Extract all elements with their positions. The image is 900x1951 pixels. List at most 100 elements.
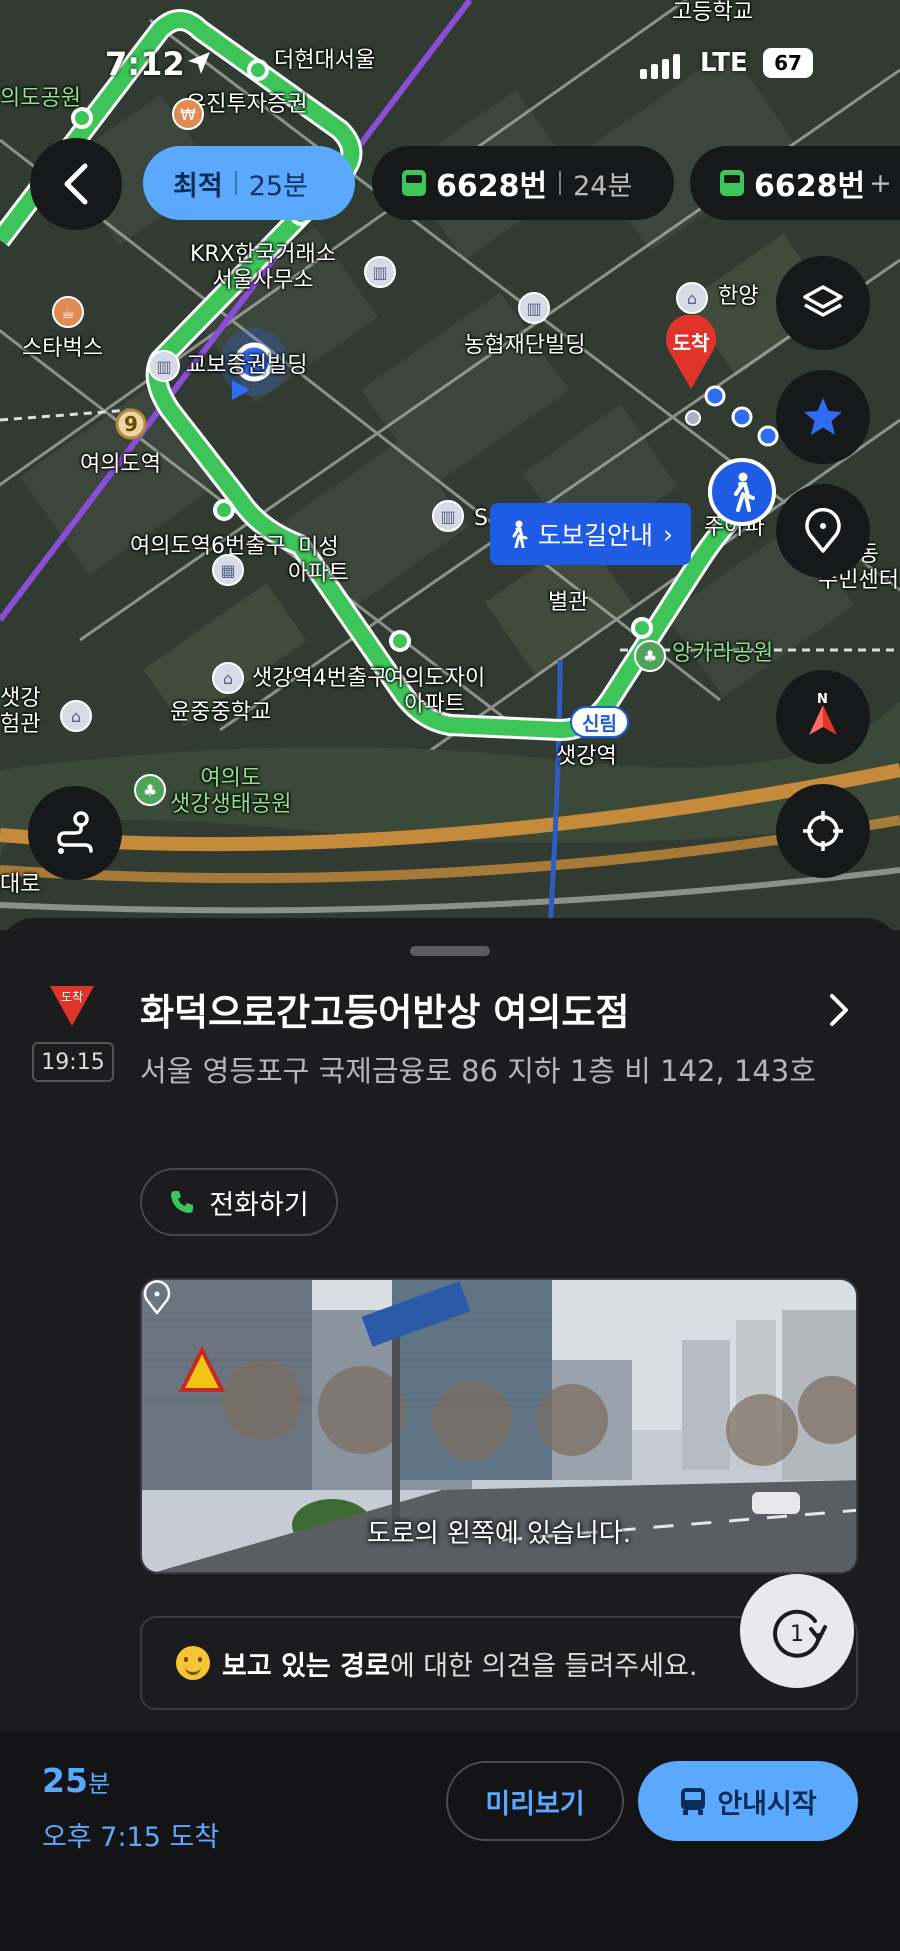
poi-park-icon[interactable]: ♣ [134,774,166,806]
compass-icon: N [809,692,837,735]
route-option-bus[interactable]: 6628번 + [690,146,900,220]
map-label-byeolgwan: 별관 [548,590,589,615]
trip-duration: 25분 [42,1761,110,1800]
poi-school-icon[interactable]: ⌂ [212,662,244,694]
status-time: 7:12 [105,45,185,83]
compass-button[interactable]: N [776,670,870,764]
replay-icon: 1 [773,1609,827,1658]
street-view-caption: 도로의 왼쪽에 있습니다. [367,1519,631,1549]
route-option-optimal[interactable]: 최적 25분 [143,146,355,220]
route-option-label: 6628번 [754,169,866,204]
line9-badge: 9 [124,412,138,436]
bus-icon [681,1788,706,1815]
poi-museum-icon[interactable]: ⌂ [60,700,92,732]
poi-building-icon[interactable]: ▥ [364,256,396,288]
route-option-duration: 24분 [573,170,633,202]
map-label-school: 고등학교 [672,0,753,25]
walk-marker[interactable] [708,458,776,526]
status-bar: 7:12 LTE 67 [0,40,900,90]
start-navigation-label: 안내시작 [717,1788,817,1820]
call-button[interactable]: 전화하기 [140,1168,338,1236]
chevron-right-icon: › [663,519,674,549]
replay-count: 1 [790,1622,804,1647]
pedestrian-icon [512,520,528,548]
walk-guide-label: 도보길안내 [538,521,654,550]
map-label-saetgang-station: 샛강역 [556,744,617,769]
map-label-angkara: 앙카라공원 [672,641,774,666]
chevron-right-icon[interactable] [828,992,850,1028]
street-view-image[interactable]: 도로의 왼쪽에 있습니다. [140,1278,858,1574]
poi-building-icon[interactable]: ▥ [148,350,180,382]
eta-time: 19:15 [32,1042,114,1082]
crosshair-icon [803,811,843,851]
place-button[interactable] [776,484,870,578]
station-tag[interactable]: 신림 [570,706,629,738]
network-type: LTE [700,48,748,78]
map-label-nonghyup: 농협재단빌딩 [464,333,586,358]
start-navigation-button[interactable]: 안내시작 [638,1761,858,1841]
map-label-saetgang-park: 여의도 샛강생태공원 [170,766,292,818]
trip-duration-number: 25 [42,1761,88,1800]
arrival-marker-label: 도착 [672,331,710,355]
map-label-kyobo: 교보증권빌딩 [186,353,308,378]
destination-badge: 도착 [48,982,96,1034]
svg-text:N: N [817,692,828,707]
trip-duration-unit: 분 [87,1770,111,1798]
smile-icon [176,1646,210,1680]
map-label-misung: 미성 아파트 [288,535,349,587]
battery-icon: 67 [763,48,813,78]
arrival-marker[interactable]: 도착 [663,314,719,395]
route-option-label: 최적 [173,170,223,202]
route-option-extra: + [869,167,892,199]
current-location-button[interactable] [776,784,870,878]
poi-building-icon[interactable]: ⌂ [676,282,708,314]
map-label-krx: KRX한국거래소 서울사무소 [190,242,336,294]
replay-button[interactable]: 1 [740,1574,854,1688]
location-pin-icon [805,508,841,553]
bottom-action-bar: 25분 오후 7:15 도착 미리보기 안내시작 [0,1731,900,1951]
layers-icon [803,285,843,317]
destination-badge-label: 도착 [60,990,84,1004]
chevron-left-icon [64,163,88,205]
route-icon [57,811,93,854]
poi-finance-icon[interactable]: ₩ [172,98,204,130]
map-label-exit4: 샛강역4번출구 [252,666,388,691]
poi-apartment-icon[interactable]: ▦ [212,554,244,586]
map-label-hanyang: 한양 [718,284,759,309]
phone-icon [171,1191,194,1213]
place-name[interactable]: 화덕으로간고등어반상 여의도점 [140,982,629,1036]
signal-icon [640,54,680,79]
poi-cafe-icon[interactable]: ☕ [52,296,84,328]
layers-button[interactable] [776,256,870,350]
route-overview-button[interactable] [28,786,122,880]
map-label-road: 대로 [0,872,41,897]
map-label-saetgang-left: 샛강 험관 [0,686,41,738]
walk-guide-button[interactable]: 도보길안내 › [490,503,692,565]
call-button-label: 전화하기 [209,1189,309,1221]
map-label-starbucks: 스타벅스 [22,336,103,361]
bus-icon [720,170,744,196]
sheet-handle[interactable] [410,946,490,956]
place-address: 서울 영등포구 국제금융로 86 지하 1층 비 142, 143호 [140,1054,816,1088]
favorites-button[interactable] [776,370,870,464]
pedestrian-icon [734,472,755,512]
feedback-text: 에 대한 의견을 들려주세요. [389,1650,698,1682]
back-button[interactable] [30,138,122,230]
poi-park-icon[interactable]: ♣ [634,640,666,672]
poi-building-icon[interactable]: ▥ [518,292,550,324]
feedback-bold: 보고 있는 경로 [222,1650,390,1682]
bus-icon [402,170,426,196]
map-label-yunjung: 윤중중학교 [170,700,272,725]
preview-button[interactable]: 미리보기 [446,1761,624,1841]
map-view[interactable]: 고등학교 더현대서울 의도공원 유진투자증권 KRX한국거래소 서울사무소 스타… [0,0,900,930]
star-icon [804,398,842,435]
map-label-exit6: 여의도역6번출구 [130,534,286,559]
location-pin-icon [143,1280,171,1315]
map-label-yujin: 유진투자증권 [186,92,308,117]
map-label-yoido-apt: 여의도자이 아파트 [384,666,486,718]
poi-building-icon[interactable]: ▥ [432,500,464,532]
route-option-bus[interactable]: 6628번 24분 [372,146,674,220]
route-option-label: 6628번 [436,169,548,204]
route-option-duration: 25분 [248,170,308,202]
location-arrow-icon [188,52,210,74]
